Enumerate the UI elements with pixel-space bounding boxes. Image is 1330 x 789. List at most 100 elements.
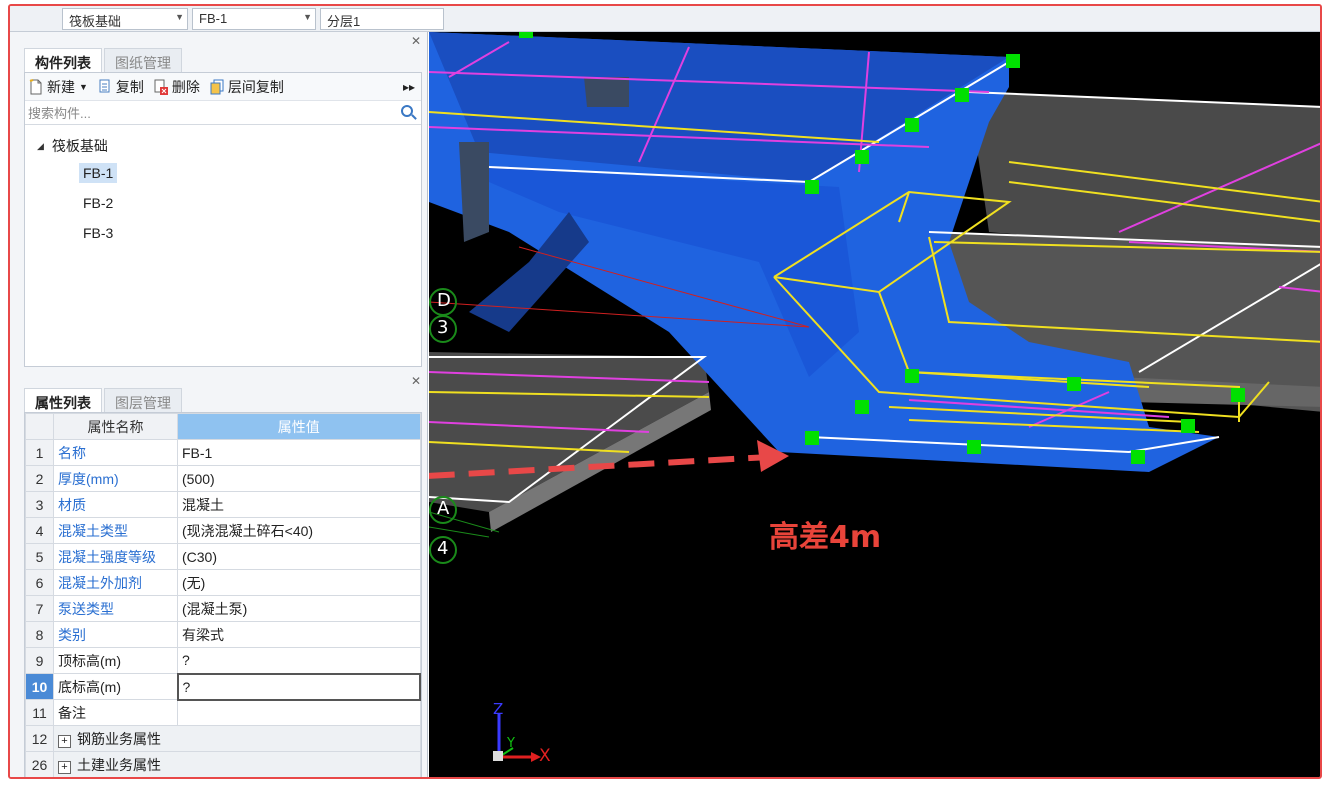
tab-component-list[interactable]: 构件列表	[24, 48, 102, 74]
property-value[interactable]: (现浇混凝土碎石<40)	[177, 517, 421, 544]
property-panel: 属性名称 属性值 1 名称 FB-1 2 厚度(mm) (500) 3 材质 混凝土 4 混凝土类型…	[24, 412, 422, 777]
tree-item-fb-3[interactable]: FB-3	[25, 221, 421, 251]
row-number: 10	[25, 673, 54, 700]
property-row[interactable]: 9 顶标高(m)?	[25, 647, 421, 674]
property-value[interactable]: ?	[176, 672, 421, 701]
search-icon[interactable]	[401, 105, 413, 117]
model-canvas[interactable]	[429, 32, 1322, 779]
delete-button[interactable]: 删除	[154, 77, 200, 97]
property-name-header: 属性名称	[53, 413, 178, 440]
axis-gizmo	[493, 714, 541, 762]
search-input[interactable]: 搜索构件...	[28, 103, 91, 122]
component-type-combo[interactable]: 筏板基础 ▼	[62, 8, 188, 30]
tab-property-list[interactable]: 属性列表	[24, 388, 102, 414]
row-number: 6	[25, 569, 54, 596]
property-name: 顶标高(m)	[53, 647, 178, 674]
row-number: 7	[25, 595, 54, 622]
property-row[interactable]: 4 混凝土类型 (现浇混凝土碎石<40)	[25, 517, 421, 544]
property-value[interactable]: ?	[177, 647, 421, 674]
property-value[interactable]: (500)	[177, 465, 421, 492]
property-value[interactable]: (混凝土泵)	[177, 595, 421, 622]
property-name: 泵送类型	[53, 595, 178, 622]
close-icon[interactable]: ✕	[411, 34, 421, 48]
floor-copy-label: 层间复制	[227, 78, 284, 95]
top-toolbar: 筏板基础 ▼ FB-1 ▼ 分层1	[10, 6, 1320, 32]
property-name: 名称	[53, 439, 178, 466]
row-number: 8	[25, 621, 54, 648]
new-label: 新建	[47, 78, 75, 95]
property-value[interactable]: FB-1	[177, 439, 421, 466]
component-tree: ◢ 筏板基础 FB-1 FB-2 FB-3	[25, 125, 421, 251]
new-button[interactable]: 新建 ▼	[29, 77, 88, 97]
property-row[interactable]: 10 底标高(m)?	[25, 672, 421, 701]
property-value[interactable]: (C30)	[177, 543, 421, 570]
layer-combo[interactable]: 分层1	[320, 8, 444, 30]
screenshot-frame: 筏板基础 ▼ FB-1 ▼ 分层1 ✕ 构件列表 图纸管理 新建 ▼ 复制 删除…	[8, 4, 1322, 779]
z-axis-label: Z	[493, 700, 504, 718]
expand-plus-icon[interactable]: +	[58, 760, 71, 774]
copy-icon	[99, 79, 110, 92]
row-number: 2	[25, 465, 54, 492]
copy-label: 复制	[115, 78, 144, 95]
floor-copy-button[interactable]: 层间复制	[210, 77, 284, 97]
row-number: 5	[25, 543, 54, 570]
row-number: 12	[25, 725, 54, 752]
property-value[interactable]: 有梁式	[177, 621, 421, 648]
dark-block	[584, 77, 629, 107]
expand-triangle-icon[interactable]: ◢	[37, 141, 44, 152]
3d-viewport[interactable]: D 3 A 4 高差4m Z Y X	[429, 32, 1322, 779]
property-name: 材质	[53, 491, 178, 518]
chevron-down-icon: ▼	[303, 12, 312, 22]
new-file-icon	[29, 78, 42, 94]
property-value[interactable]	[177, 699, 421, 726]
property-tabs: 属性列表 图层管理	[24, 388, 184, 414]
property-name: 底标高(m)	[53, 673, 178, 700]
group-label: 钢筋业务属性	[77, 730, 161, 747]
tree-root[interactable]: ◢ 筏板基础	[25, 131, 421, 161]
property-row[interactable]: 2 厚度(mm) (500)	[25, 465, 421, 492]
delete-icon	[154, 79, 168, 95]
row-number: 1	[25, 439, 54, 466]
floor-copy-icon	[210, 79, 224, 94]
property-table: 属性名称 属性值 1 名称 FB-1 2 厚度(mm) (500) 3 材质 混凝土 4 混凝土类型…	[25, 413, 421, 777]
property-name: 厚度(mm)	[53, 465, 178, 492]
y-axis-label: Y	[507, 736, 515, 751]
close-icon[interactable]: ✕	[411, 374, 421, 388]
property-row[interactable]: 11 备注	[25, 699, 421, 726]
tab-layer-manage[interactable]: 图层管理	[104, 388, 182, 414]
row-number: 3	[25, 491, 54, 518]
more-icon[interactable]: ▸▸	[403, 80, 415, 94]
property-row[interactable]: 7 泵送类型 (混凝土泵)	[25, 595, 421, 622]
expand-plus-icon[interactable]: +	[58, 734, 71, 748]
delete-label: 删除	[171, 78, 200, 95]
chevron-down-icon: ▼	[175, 12, 184, 22]
property-row[interactable]: 3 材质 混凝土	[25, 491, 421, 518]
property-name: + 钢筋业务属性	[53, 725, 421, 752]
property-header-row: 属性名称 属性值	[25, 413, 421, 440]
tree-item-label: FB-1	[79, 163, 118, 183]
property-value[interactable]: 混凝土	[177, 491, 421, 518]
tab-drawing-manage[interactable]: 图纸管理	[104, 48, 182, 74]
property-row[interactable]: 8 类别 有梁式	[25, 621, 421, 648]
tree-item-fb-2[interactable]: FB-2	[25, 191, 421, 221]
group-label: 土建业务属性	[77, 756, 161, 773]
component-search[interactable]: 搜索构件...	[25, 101, 421, 125]
tree-root-label: 筏板基础	[51, 138, 108, 154]
property-row[interactable]: 5 混凝土强度等级 (C30)	[25, 543, 421, 570]
property-row[interactable]: 26 + 土建业务属性	[25, 751, 421, 777]
property-row[interactable]: 1 名称 FB-1	[25, 439, 421, 466]
copy-button[interactable]: 复制	[98, 77, 144, 97]
property-value[interactable]: (无)	[177, 569, 421, 596]
combo-value: 分层1	[327, 14, 361, 29]
chevron-down-icon: ▼	[79, 81, 88, 92]
property-row[interactable]: 12 + 钢筋业务属性	[25, 725, 421, 752]
property-row[interactable]: 6 混凝土外加剂 (无)	[25, 569, 421, 596]
property-name: 类别	[53, 621, 178, 648]
height-difference-annotation: 高差4m	[769, 520, 882, 555]
row-number: 9	[25, 647, 54, 674]
combo-value: FB-1	[199, 11, 228, 26]
grid-label-a: A	[437, 498, 450, 519]
component-name-combo[interactable]: FB-1 ▼	[192, 8, 316, 30]
tree-item-fb-1[interactable]: FB-1	[25, 161, 421, 191]
property-name: 备注	[53, 699, 178, 726]
